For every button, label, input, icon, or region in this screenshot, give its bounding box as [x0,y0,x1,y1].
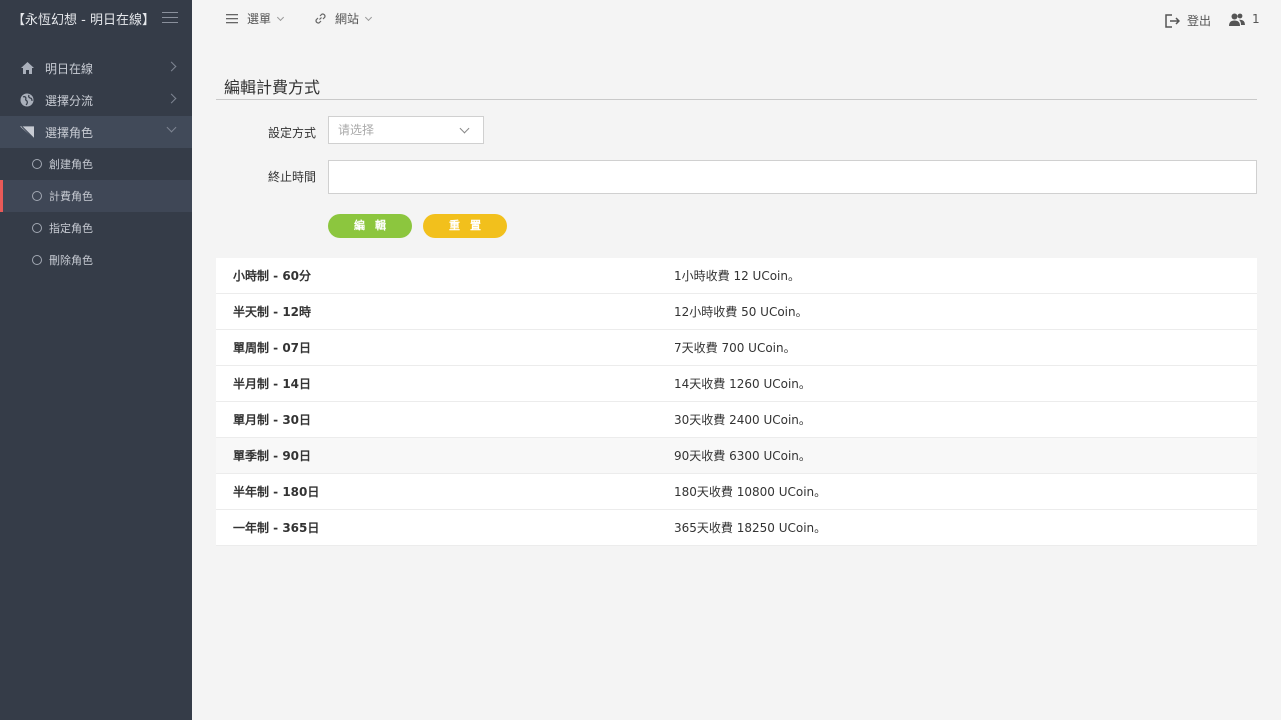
edit-button[interactable]: 編輯 [328,214,412,238]
plan-desc: 365天收費 18250 UCoin。 [674,521,827,535]
plan-name: 單季制 - 90日 [233,449,312,463]
sidebar-subitem-label: 創建角色 [49,158,93,171]
sidebar-subitem-label: 刪除角色 [49,254,93,267]
chevron-down-icon [166,122,177,133]
plan-name: 單月制 - 30日 [233,413,312,427]
table-row: 單周制 - 07日 7天收費 700 UCoin。 [216,330,1257,366]
chevron-right-icon [166,61,177,72]
end-time-input[interactable] [328,160,1257,194]
plan-name: 半年制 - 180日 [233,485,320,499]
setting-select[interactable]: 请选择 [328,116,484,144]
circle-icon [32,159,42,169]
send-icon [20,125,34,139]
plan-name: 單周制 - 07日 [233,341,312,355]
globe-icon [20,93,34,107]
circle-icon [32,191,42,201]
plan-desc: 1小時收費 12 UCoin。 [674,269,800,283]
table-row: 半月制 - 14日 14天收費 1260 UCoin。 [216,366,1257,402]
chevron-down-icon [276,13,285,21]
logout-label: 登出 [1187,14,1212,28]
table-row: 單季制 - 90日 90天收費 6300 UCoin。 [216,438,1257,474]
sidebar-subitem-label: 指定角色 [49,222,93,235]
plan-name: 一年制 - 365日 [233,521,320,535]
sidebar-item-label: 選擇分流 [45,93,94,108]
sidebar-item-online[interactable]: 明日在線 [0,52,192,84]
site-label: 網站 [335,12,360,26]
sidebar-subitem-billing[interactable]: 計費角色 [0,180,192,212]
sidebar-subitem-delete[interactable]: 刪除角色 [0,244,192,276]
circle-icon [32,255,42,265]
sidebar: 【永恆幻想 - 明日在線】 明日在線 選擇分流 選擇角色 創建角色 計費角色 指… [0,0,192,720]
menu-dropdown[interactable]: 選單 [226,10,285,27]
plan-desc: 90天收費 6300 UCoin。 [674,449,811,463]
user-count: 1 [1252,12,1260,26]
hamburger-icon[interactable] [162,12,178,25]
plan-desc: 12小時收費 50 UCoin。 [674,305,808,319]
plan-desc: 14天收費 1260 UCoin。 [674,377,811,391]
chevron-down-icon [364,13,373,21]
link-icon [315,13,326,24]
menu-label: 選單 [247,12,272,26]
sidebar-menu: 明日在線 選擇分流 選擇角色 創建角色 計費角色 指定角色 刪除角色 [0,52,192,276]
title-divider [216,99,1257,100]
end-time-label: 終止時間 [267,170,316,184]
reset-button[interactable]: 重置 [423,214,507,238]
sidebar-subitem-label: 計費角色 [49,190,93,203]
logout-icon [1165,13,1180,28]
sidebar-item-label: 明日在線 [45,61,94,76]
sidebar-item-label: 選擇角色 [45,125,94,140]
plan-name: 小時制 - 60分 [233,269,312,283]
chevron-down-icon [459,123,470,134]
billing-table: 小時制 - 60分 1小時收費 12 UCoin。 半天制 - 12時 12小時… [216,258,1257,546]
list-icon [226,13,238,23]
setting-label: 設定方式 [267,126,316,140]
sidebar-subitem-assign[interactable]: 指定角色 [0,212,192,244]
app-title: 【永恆幻想 - 明日在線】 [12,13,155,28]
site-dropdown[interactable]: 網站 [314,10,373,27]
plan-name: 半天制 - 12時 [233,305,312,319]
table-row: 半天制 - 12時 12小時收費 50 UCoin。 [216,294,1257,330]
circle-icon [32,223,42,233]
table-row: 半年制 - 180日 180天收費 10800 UCoin。 [216,474,1257,510]
chevron-right-icon [166,93,177,104]
logout-button[interactable]: 登出 [1165,12,1211,29]
users-button[interactable]: 1 [1229,12,1260,26]
plan-desc: 180天收費 10800 UCoin。 [674,485,827,499]
plan-desc: 7天收費 700 UCoin。 [674,341,796,355]
topbar: 選單 網站 登出 1 [192,0,1281,38]
sidebar-item-character[interactable]: 選擇角色 [0,116,192,148]
table-row: 一年制 - 365日 365天收費 18250 UCoin。 [216,510,1257,546]
brand: 【永恆幻想 - 明日在線】 [0,0,192,37]
page-title: 編輯計費方式 [224,78,321,97]
table-row: 小時制 - 60分 1小時收費 12 UCoin。 [216,258,1257,294]
sidebar-subitem-create[interactable]: 創建角色 [0,148,192,180]
table-row: 單月制 - 30日 30天收費 2400 UCoin。 [216,402,1257,438]
users-icon [1229,13,1245,26]
setting-placeholder: 请选择 [338,123,375,137]
home-icon [20,61,34,75]
sidebar-item-server[interactable]: 選擇分流 [0,84,192,116]
plan-name: 半月制 - 14日 [233,377,312,391]
plan-desc: 30天收費 2400 UCoin。 [674,413,811,427]
